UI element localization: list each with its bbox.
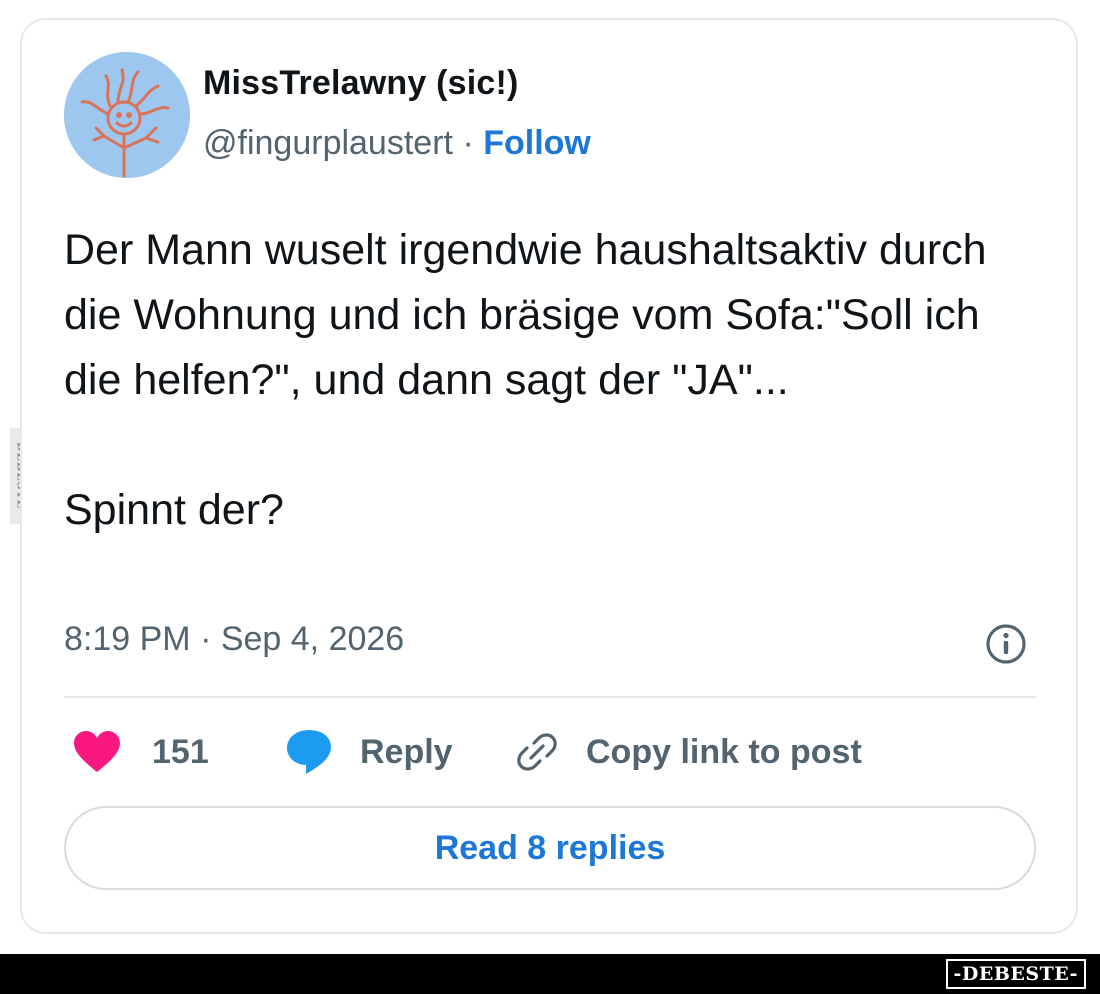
handle-row: @fingurplaustert · Follow xyxy=(203,124,591,163)
avatar-drawing xyxy=(64,52,190,178)
like-button[interactable]: 151 xyxy=(72,724,209,780)
link-icon xyxy=(517,733,557,771)
read-replies-button[interactable]: Read 8 replies xyxy=(64,806,1036,890)
display-name[interactable]: MissTrelawny (sic!) xyxy=(203,64,519,103)
user-handle[interactable]: @fingurplaustert xyxy=(203,124,453,162)
info-icon[interactable] xyxy=(984,622,1028,666)
brand-logo: -DEBESTE- xyxy=(945,959,1086,989)
tweet-timestamp[interactable]: 8:19 PM · Sep 4, 2026 xyxy=(64,620,404,659)
like-count: 151 xyxy=(152,732,209,771)
separator-dot: · xyxy=(462,124,474,162)
copy-link-label: Copy link to post xyxy=(586,732,862,771)
page: DEBESTE MissTrelawny (sic!) xyxy=(0,0,1100,994)
tweet-paragraph: Spinnt der? xyxy=(64,486,284,534)
avatar[interactable] xyxy=(64,52,190,178)
action-bar: 151 Reply Copy link to post xyxy=(64,724,1036,780)
reply-label: Reply xyxy=(360,732,453,771)
divider xyxy=(64,696,1036,698)
tweet-paragraph: Der Mann wuselt irgendwie haushaltsaktiv… xyxy=(64,226,987,404)
follow-button[interactable]: Follow xyxy=(483,124,591,162)
copy-link-button[interactable]: Copy link to post xyxy=(514,724,862,780)
reply-button[interactable]: Reply xyxy=(284,724,453,780)
heart-icon xyxy=(74,731,120,772)
speech-bubble-icon xyxy=(287,730,331,774)
watermark-bar: -DEBESTE- xyxy=(0,954,1100,994)
tweet-text: Der Mann wuselt irgendwie haushaltsaktiv… xyxy=(64,218,1024,543)
